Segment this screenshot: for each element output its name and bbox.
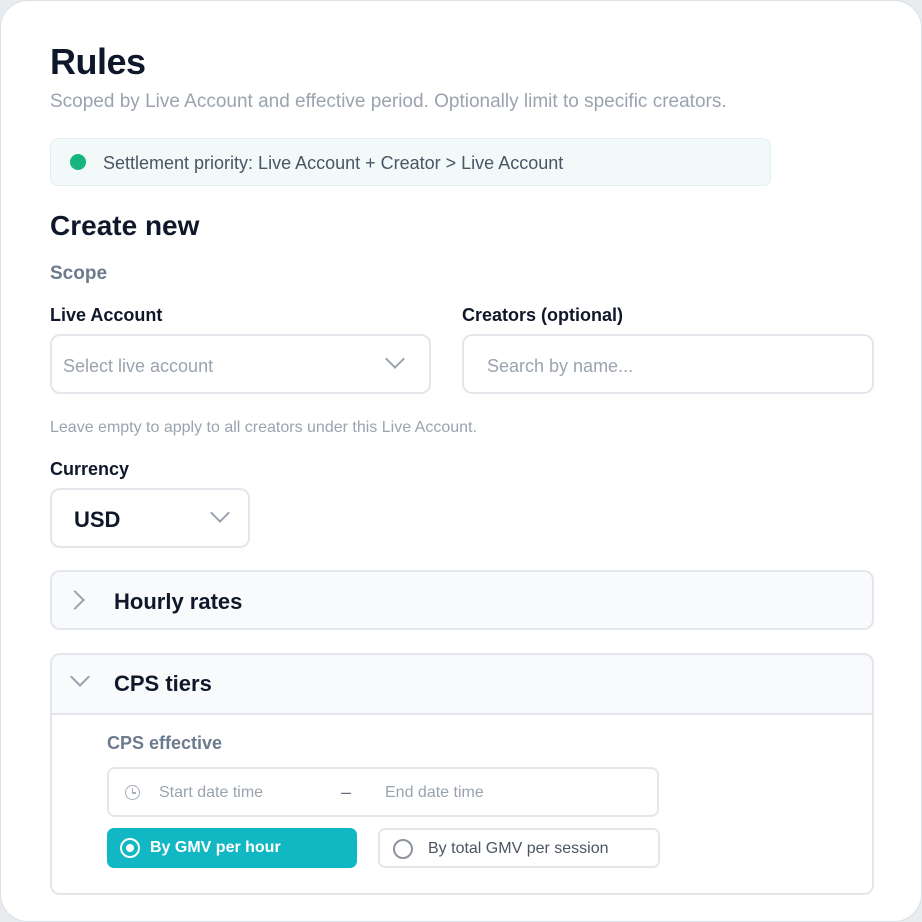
live-account-placeholder: Select live account — [63, 356, 214, 376]
creators-placeholder: Search by name... — [487, 356, 634, 376]
banner-text: Settlement priority: Live Account + Crea… — [103, 153, 564, 173]
cps-tiers-body: CPS effective Start date time – End date… — [52, 713, 872, 893]
create-new-heading: Create new — [50, 210, 200, 241]
date-range-separator: – — [341, 782, 352, 802]
by-total-gmv-per-session-label: By total GMV per session — [428, 840, 609, 857]
live-account-select[interactable]: Select live account — [50, 334, 431, 394]
creators-search-input[interactable]: Search by name... — [462, 334, 874, 394]
currency-select[interactable]: USD — [50, 488, 250, 548]
chevron-right-icon — [65, 590, 85, 610]
currency-value: USD — [74, 507, 121, 532]
cps-effective-label: CPS effective — [107, 733, 223, 753]
clock-icon — [125, 785, 140, 800]
end-date-input[interactable]: End date time — [385, 784, 484, 802]
settlement-priority-banner: Settlement priority: Live Account + Crea… — [50, 138, 771, 186]
hourly-rates-title: Hourly rates — [114, 589, 243, 614]
creators-label: Creators (optional) — [462, 305, 624, 325]
hourly-rates-accordion[interactable]: Hourly rates — [50, 570, 874, 630]
chevron-down-icon — [210, 503, 230, 523]
chevron-down-icon — [385, 349, 405, 369]
currency-label: Currency — [50, 459, 130, 479]
start-date-input[interactable]: Start date time — [159, 784, 263, 802]
by-gmv-per-hour-option[interactable]: By GMV per hour — [107, 828, 357, 868]
radio-unselected-icon — [393, 839, 413, 859]
cps-effective-date-range[interactable]: Start date time – End date time — [107, 767, 659, 817]
page-title: Rules — [50, 41, 146, 82]
chevron-down-icon — [70, 667, 90, 687]
creators-hint: Leave empty to apply to all creators und… — [50, 419, 477, 436]
by-total-gmv-per-session-option[interactable]: By total GMV per session — [378, 828, 660, 868]
status-dot-icon — [70, 154, 86, 170]
scope-label: Scope — [50, 263, 108, 284]
by-gmv-per-hour-label: By GMV per hour — [150, 839, 281, 856]
radio-selected-icon — [120, 838, 140, 858]
cps-tiers-title: CPS tiers — [114, 671, 212, 696]
live-account-label: Live Account — [50, 305, 163, 325]
rules-card: Rules Scoped by Live Account and effecti… — [0, 0, 922, 922]
page-subtitle: Scoped by Live Account and effective per… — [50, 91, 727, 112]
cps-tiers-accordion[interactable]: CPS tiers CPS effective Start date time … — [50, 653, 874, 895]
